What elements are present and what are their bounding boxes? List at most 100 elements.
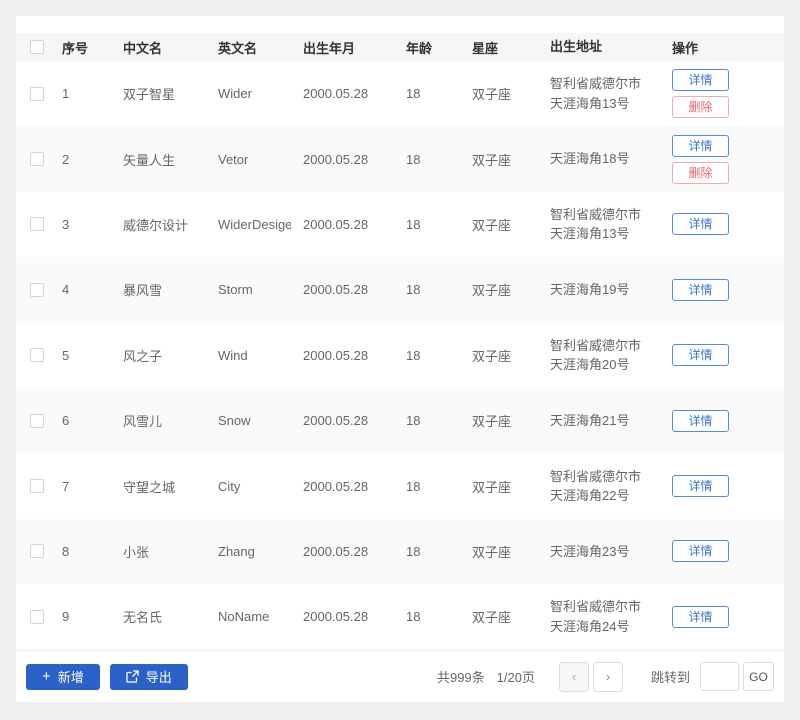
cell-operations: 详情 xyxy=(660,344,784,367)
data-table-card: 序号 中文名 英文名 出生年月 年龄 星座 出生地址 操作 1 双子智星 Wid… xyxy=(16,16,784,702)
pagination-page-indicator: 1/20页 xyxy=(496,670,535,685)
detail-button[interactable]: 详情 xyxy=(672,213,729,236)
prev-page-button[interactable]: ‹ xyxy=(558,661,589,692)
cell-birth: 2000.05.28 xyxy=(303,347,369,363)
row-select-cell xyxy=(16,86,50,101)
address-line-1: 天涯海角19号 xyxy=(550,282,630,298)
cell-birth: 2000.05.28 xyxy=(303,478,369,494)
cell-sign: 双子座 xyxy=(472,283,512,299)
export-button-label: 导出 xyxy=(145,670,172,685)
row-select-cell xyxy=(16,544,50,559)
row-checkbox[interactable] xyxy=(30,609,44,624)
pagination: 共999条 1/20页 ‹ › 跳转到 GO xyxy=(437,661,774,692)
row-select-cell xyxy=(16,413,50,428)
cell-sign: 双子座 xyxy=(472,544,512,560)
cell-cn-name: 守望之城 xyxy=(123,479,176,495)
detail-button[interactable]: 详情 xyxy=(672,278,729,301)
row-select-cell xyxy=(16,479,50,494)
cell-en-name: NoName xyxy=(218,609,270,625)
row-select-cell xyxy=(16,609,50,624)
column-header-cn-name: 中文名 xyxy=(123,40,163,56)
export-button[interactable]: 导出 xyxy=(109,663,188,690)
table-body: 1 双子智星 Wider 2000.05.28 18 双子座 智利省威德尔市 天… xyxy=(16,61,784,650)
row-select-cell xyxy=(16,152,50,167)
cell-operations: 详情 xyxy=(660,540,784,563)
column-header-en-name: 英文名 xyxy=(218,40,258,56)
delete-button[interactable]: 删除 xyxy=(672,96,729,119)
table-row: 6 风雪儿 Snow 2000.05.28 18 双子座 天涯海角21号 详情 xyxy=(16,387,784,454)
table-row: 2 矢量人生 Vetor 2000.05.28 18 双子座 天涯海角18号 详… xyxy=(16,126,784,192)
cell-operations: 详情 删除 xyxy=(660,69,784,119)
row-checkbox[interactable] xyxy=(30,86,44,101)
cell-age: 18 xyxy=(406,413,421,429)
cell-age: 18 xyxy=(406,478,421,494)
toolbar: + 新增 导出 xyxy=(26,663,188,690)
cell-cn-name: 暴风雪 xyxy=(123,283,163,299)
row-checkbox[interactable] xyxy=(30,413,44,428)
detail-button[interactable]: 详情 xyxy=(672,475,729,498)
cell-age: 18 xyxy=(406,543,421,559)
row-select-cell xyxy=(16,217,50,232)
cell-operations: 详情 xyxy=(660,213,784,236)
cell-sign: 双子座 xyxy=(472,152,512,168)
cell-en-name: City xyxy=(218,478,241,494)
cell-en-name: Storm xyxy=(218,282,253,298)
cell-address: 天涯海角19号 xyxy=(538,280,660,300)
detail-button[interactable]: 详情 xyxy=(672,69,729,92)
cell-cn-name: 风之子 xyxy=(123,348,163,364)
detail-button[interactable]: 详情 xyxy=(672,409,729,432)
chevron-right-icon: › xyxy=(605,668,611,684)
detail-button[interactable]: 详情 xyxy=(672,540,729,563)
column-header-sign: 星座 xyxy=(472,40,499,56)
go-button[interactable]: GO xyxy=(743,662,774,691)
address-line-1: 智利省威德尔市 xyxy=(550,76,642,92)
address-line-1: 天涯海角21号 xyxy=(550,412,630,428)
table-row: 3 威德尔设计 WiderDesiger 2000.05.28 18 双子座 智… xyxy=(16,191,784,258)
cell-index: 4 xyxy=(62,282,70,298)
address-line-1: 天涯海角18号 xyxy=(550,151,630,167)
cell-index: 6 xyxy=(62,413,70,429)
cell-index: 7 xyxy=(62,478,70,494)
address-line-2: 天涯海角13号 xyxy=(550,226,630,242)
row-select-cell xyxy=(16,282,50,297)
row-checkbox[interactable] xyxy=(30,544,44,559)
delete-button[interactable]: 删除 xyxy=(672,161,729,184)
address-line-1: 智利省威德尔市 xyxy=(550,468,642,484)
cell-age: 18 xyxy=(406,609,421,625)
row-checkbox[interactable] xyxy=(30,282,44,297)
detail-button[interactable]: 详情 xyxy=(672,134,729,157)
add-button[interactable]: + 新增 xyxy=(26,663,100,690)
next-page-button[interactable]: › xyxy=(592,661,623,692)
cell-sign: 双子座 xyxy=(472,479,512,495)
cell-index: 8 xyxy=(62,543,70,559)
cell-en-name: Vetor xyxy=(218,151,249,167)
column-header-age: 年龄 xyxy=(406,40,433,56)
data-table: 序号 中文名 英文名 出生年月 年龄 星座 出生地址 操作 1 双子智星 Wid… xyxy=(16,16,784,650)
cell-operations: 详情 xyxy=(660,605,784,628)
cell-en-name: Zhang xyxy=(218,543,255,559)
select-all-checkbox[interactable] xyxy=(30,40,44,54)
row-checkbox[interactable] xyxy=(30,152,44,167)
select-all-cell xyxy=(16,40,50,54)
row-checkbox[interactable] xyxy=(30,348,44,363)
cell-index: 2 xyxy=(62,151,70,167)
row-checkbox[interactable] xyxy=(30,479,44,494)
table-row: 1 双子智星 Wider 2000.05.28 18 双子座 智利省威德尔市 天… xyxy=(16,61,784,127)
address-line-1: 智利省威德尔市 xyxy=(550,206,642,222)
table-row: 9 无名氏 NoName 2000.05.28 18 双子座 智利省威德尔市 天… xyxy=(16,584,784,650)
row-checkbox[interactable] xyxy=(30,217,44,232)
cell-en-name: Wind xyxy=(218,347,248,363)
add-button-label: 新增 xyxy=(57,670,84,685)
cell-birth: 2000.05.28 xyxy=(303,282,369,298)
column-header-index: 序号 xyxy=(62,40,89,56)
cell-sign: 双子座 xyxy=(472,348,512,364)
column-header-address: 出生地址 xyxy=(550,39,603,55)
table-header-row: 序号 中文名 英文名 出生年月 年龄 星座 出生地址 操作 xyxy=(16,33,784,61)
detail-button[interactable]: 详情 xyxy=(672,605,729,628)
cell-address: 智利省威德尔市 天涯海角13号 xyxy=(538,74,660,113)
cell-cn-name: 矢量人生 xyxy=(123,152,176,168)
cell-address: 天涯海角21号 xyxy=(538,411,660,431)
jump-page-input[interactable] xyxy=(700,662,739,691)
cell-address: 智利省威德尔市 天涯海角24号 xyxy=(538,597,660,636)
detail-button[interactable]: 详情 xyxy=(672,344,729,367)
